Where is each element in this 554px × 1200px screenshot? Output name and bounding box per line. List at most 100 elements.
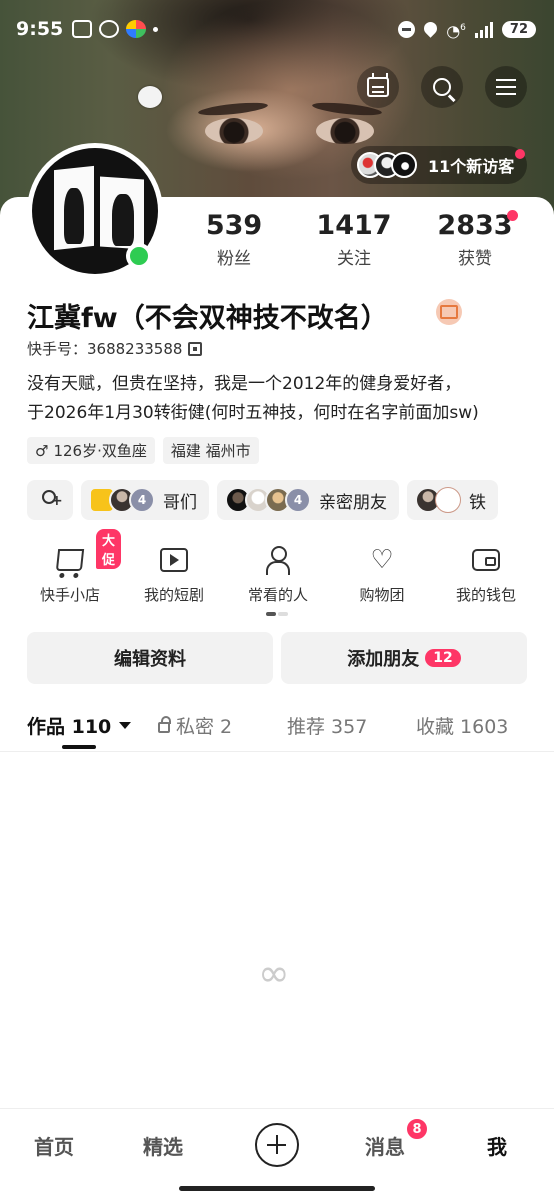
notification-icons (72, 20, 158, 38)
do-not-disturb-icon (398, 21, 416, 39)
unread-dot (515, 149, 525, 159)
wifi-icon: ◔6 (446, 21, 466, 41)
status-bar: 9:55 ◔6 72 (0, 0, 554, 62)
bio-line: 于2026年1月30转街健(何时五神技，何时在名字前面加sw) (27, 403, 479, 423)
group-name: 亲密朋友 (319, 492, 387, 513)
cover-detail (197, 100, 269, 118)
new-visitors-label: 11个新访客 (428, 157, 515, 176)
nav-featured[interactable]: 精选 (143, 1131, 183, 1160)
stat-following-label: 关注 (337, 249, 371, 269)
status-time: 9:55 (16, 18, 64, 40)
avatar-detail (112, 194, 134, 246)
promo-badge: 大促 (96, 529, 122, 569)
more-notifications-icon (153, 26, 158, 32)
calendar-icon (367, 73, 389, 97)
group-chip[interactable]: 铁 (407, 480, 498, 520)
app-notification-icon (99, 20, 119, 38)
app-notification-icon (126, 20, 146, 38)
add-group-button[interactable] (27, 480, 73, 520)
shortcut-group-buy[interactable]: ♡ 购物团 (332, 543, 432, 605)
shortcut-label: 常看的人 (247, 586, 308, 604)
battery-icon: 72 (501, 21, 536, 39)
male-icon: ♂ (35, 441, 49, 460)
tab-label: 推荐 357 (287, 716, 368, 738)
tab-recommended[interactable]: 推荐 357 (287, 712, 367, 739)
shortcut-label: 购物团 (359, 586, 405, 604)
tab-label: 私密 2 (176, 716, 233, 738)
shortcut-shop[interactable]: 快手小店 大促 (20, 529, 122, 605)
signal-icon (474, 21, 493, 38)
stat-fans-count: 539 (205, 210, 263, 241)
wallet-icon (472, 549, 500, 571)
create-post-button[interactable] (255, 1123, 299, 1167)
kuaishou-id[interactable]: 快手号：3688233588 (27, 338, 203, 359)
menu-button[interactable] (485, 66, 527, 108)
loading-icon: ∞ (258, 951, 290, 995)
location-icon (424, 22, 437, 38)
lock-icon (158, 716, 171, 733)
nav-messages[interactable]: 消息 (365, 1131, 405, 1160)
tab-favorites[interactable]: 收藏 1603 (416, 712, 508, 739)
shortcut-short-dramas[interactable]: 我的短剧 (124, 543, 224, 605)
tab-label: 作品 110 (27, 716, 112, 738)
heart-icon: ♡ (370, 545, 394, 575)
kuaishou-id-text: 快手号：3688233588 (27, 340, 183, 358)
group-chip[interactable]: 4 亲密朋友 (217, 480, 399, 520)
menu-icon (496, 85, 516, 89)
search-icon (433, 78, 451, 96)
search-button[interactable] (421, 66, 463, 108)
new-visitors-button[interactable]: 11个新访客 (351, 146, 527, 184)
friend-groups[interactable]: 4 哥们 4 亲密朋友 铁 (27, 480, 554, 520)
active-tab-indicator (62, 745, 96, 749)
group-name: 铁 (469, 492, 486, 513)
avatar-detail (64, 188, 84, 244)
edit-profile-button[interactable]: 编辑资料 (27, 632, 273, 684)
tab-works[interactable]: 作品 110 (27, 712, 132, 739)
tab-label: 收藏 1603 (416, 716, 509, 738)
cart-icon (55, 549, 85, 571)
messages-badge: 8 (405, 1117, 429, 1141)
member-count: 4 (285, 487, 311, 513)
stat-fans-label: 粉丝 (217, 249, 251, 269)
bio-line: 没有天赋，但贵在坚持，我是一个2012年的健身爱好者， (27, 374, 462, 394)
member-count: 4 (129, 487, 155, 513)
shortcut-label: 我的钱包 (455, 586, 516, 604)
shortcut-label: 快手小店 (39, 586, 100, 604)
system-icons: ◔6 72 (398, 20, 536, 39)
group-chip[interactable]: 4 哥们 (81, 480, 209, 520)
add-friend-label: 添加朋友 (347, 649, 420, 670)
cover-detail (205, 118, 263, 144)
age-tag: ♂ 126岁·双鱼座 (27, 437, 155, 464)
visitor-avatar (391, 152, 417, 178)
shortcut-wallet[interactable]: 我的钱包 (436, 543, 536, 605)
badge-icon[interactable] (436, 299, 462, 325)
shortcut-pager (266, 612, 288, 616)
cover-detail (138, 86, 162, 108)
home-indicator[interactable] (179, 1186, 375, 1191)
stat-fans[interactable]: 539 粉丝 (184, 210, 284, 269)
add-user-icon (40, 490, 63, 510)
shortcut-label: 我的短剧 (143, 586, 204, 604)
add-friend-button[interactable]: 添加朋友 12 (281, 632, 527, 684)
qr-code-icon[interactable] (188, 341, 203, 356)
online-status-dot (126, 243, 152, 269)
nav-me[interactable]: 我 (487, 1131, 507, 1160)
likes-unread-dot (507, 210, 518, 221)
stat-likes-label: 获赞 (458, 249, 492, 269)
stat-following[interactable]: 1417 关注 (304, 210, 404, 269)
profile-name: 江冀fw（不会双神技不改名） (27, 303, 388, 334)
tab-private[interactable]: 私密 2 (158, 712, 232, 739)
caret-down-icon (119, 722, 132, 729)
profile-tags: ♂ 126岁·双鱼座 福建 福州市 (27, 437, 259, 464)
calendar-button[interactable] (357, 66, 399, 108)
group-name: 哥们 (163, 492, 197, 513)
nav-home[interactable]: 首页 (34, 1131, 74, 1160)
member-avatar (435, 487, 461, 513)
shortcut-frequent-people[interactable]: 常看的人 (228, 543, 328, 605)
screenshot-icon (72, 20, 92, 38)
cover-detail (316, 118, 374, 144)
play-icon (160, 548, 188, 572)
shortcut-row: 快手小店 大促 我的短剧 常看的人 ♡ 购物团 我的钱包 (0, 529, 554, 613)
location-tag-text: 福建 福州市 (170, 442, 251, 460)
stat-following-count: 1417 (316, 210, 392, 241)
